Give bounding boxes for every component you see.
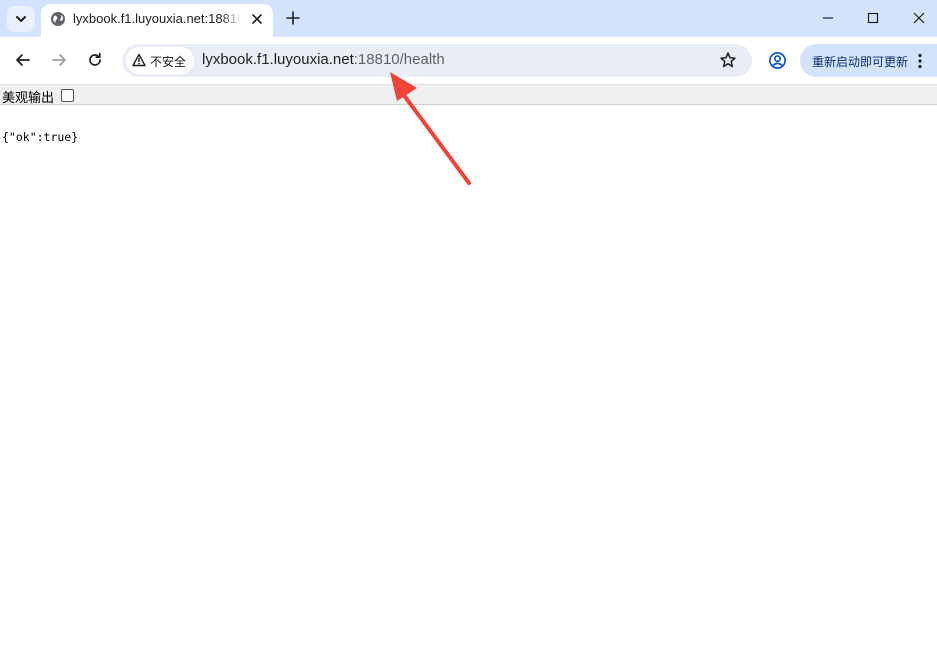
update-button-label: 重新启动即可更新 bbox=[812, 55, 909, 69]
forward-arrow-icon[interactable] bbox=[50, 51, 68, 69]
chevron-down-icon bbox=[16, 16, 26, 22]
url-host: lyxbook.f1.luyouxia.net bbox=[202, 51, 354, 68]
more-vert-icon[interactable] bbox=[913, 52, 927, 70]
pretty-print-label: 美观输出 bbox=[2, 91, 55, 106]
browser-toolbar: 不安全 lyxbook.f1.luyouxia.net:18810/health… bbox=[0, 37, 937, 84]
maximize-icon[interactable] bbox=[864, 9, 882, 27]
pretty-print-checkbox[interactable] bbox=[61, 89, 74, 102]
security-chip[interactable]: 不安全 bbox=[126, 47, 194, 74]
close-icon[interactable] bbox=[249, 11, 265, 27]
close-window-icon[interactable] bbox=[910, 9, 928, 27]
url-text[interactable]: lyxbook.f1.luyouxia.net:18810/health bbox=[202, 51, 445, 68]
security-label: 不安全 bbox=[150, 55, 187, 69]
restart-to-update-button[interactable]: 重新启动即可更新 bbox=[800, 44, 937, 77]
json-output: {"ok":true} bbox=[2, 129, 79, 144]
profile-icon[interactable] bbox=[768, 51, 787, 70]
url-path: :18810/health bbox=[353, 51, 445, 68]
back-arrow-icon[interactable] bbox=[14, 51, 32, 69]
pretty-print-bar: 美观输出 bbox=[0, 84, 937, 106]
warning-icon bbox=[132, 53, 146, 67]
globe-icon bbox=[51, 12, 65, 26]
active-tab[interactable]: lyxbook.f1.luyouxia.net:18810/health bbox=[41, 4, 273, 37]
tab-strip: lyxbook.f1.luyouxia.net:18810/health bbox=[0, 0, 937, 37]
tab-search-button[interactable] bbox=[7, 6, 35, 32]
tab-title: lyxbook.f1.luyouxia.net:18810/health bbox=[73, 11, 241, 26]
star-icon[interactable] bbox=[719, 51, 737, 69]
minimize-icon[interactable] bbox=[819, 9, 837, 27]
reload-icon[interactable] bbox=[86, 51, 104, 69]
address-bar[interactable]: 不安全 lyxbook.f1.luyouxia.net:18810/health bbox=[122, 44, 752, 77]
plus-icon[interactable] bbox=[284, 9, 302, 27]
